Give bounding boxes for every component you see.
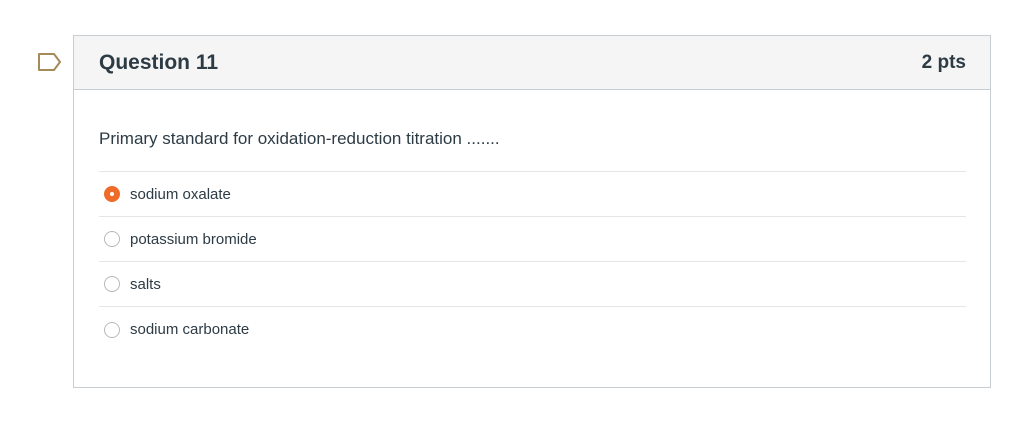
question-points: 2 pts xyxy=(921,51,966,73)
answer-option-salts[interactable]: salts xyxy=(99,262,966,307)
question-text: Primary standard for oxidation-reduction… xyxy=(99,129,500,148)
answer-label: sodium oxalate xyxy=(130,185,231,203)
radio-button[interactable] xyxy=(104,276,120,292)
flag-question-icon[interactable] xyxy=(37,52,63,72)
answer-option-potassium-bromide[interactable]: potassium bromide xyxy=(99,217,966,262)
question-card: Question 11 2 pts Primary standard for o… xyxy=(73,35,991,388)
radio-button-selected[interactable] xyxy=(104,186,120,202)
question-body: Primary standard for oxidation-reduction… xyxy=(74,90,990,352)
answer-label: sodium carbonate xyxy=(130,321,250,338)
radio-button[interactable] xyxy=(104,321,120,338)
question-header: Question 11 2 pts xyxy=(74,36,990,90)
answer-label: salts xyxy=(130,275,161,293)
question-title: Question 11 xyxy=(99,50,219,74)
answer-list: sodium oxalate potassium bromide salts s… xyxy=(99,171,966,352)
radio-button[interactable] xyxy=(104,231,120,247)
answer-option-sodium-oxalate[interactable]: sodium oxalate xyxy=(99,172,966,217)
answer-option-sodium-carbonate[interactable]: sodium carbonate xyxy=(99,307,966,352)
answer-label: potassium bromide xyxy=(130,230,257,248)
